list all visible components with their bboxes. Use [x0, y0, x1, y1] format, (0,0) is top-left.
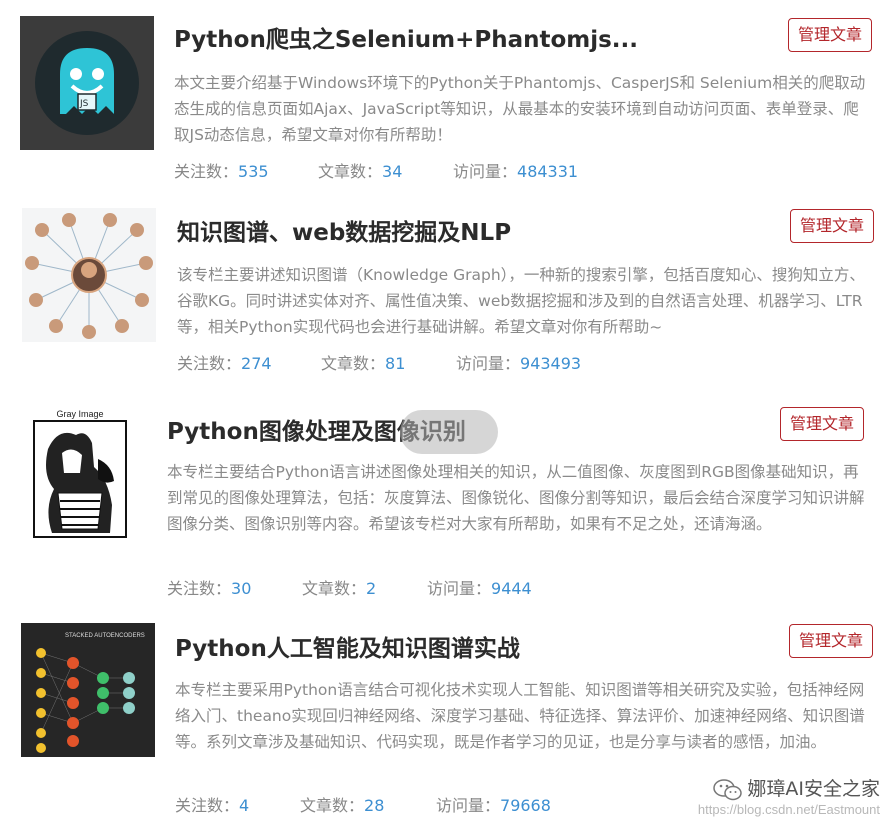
article-count: 28	[364, 796, 385, 815]
article-count: 34	[382, 162, 403, 181]
column-thumbnail[interactable]: STACKED AUTOENCODERS	[21, 623, 155, 757]
visit-stat: 访问量：943493	[456, 350, 581, 374]
column-card: 知识图谱、web数据挖掘及NLP 管理文章 该专栏主要讲述知识图谱（Knowle…	[0, 195, 894, 395]
visit-stat: 访问量：79668	[436, 792, 551, 816]
follow-stat: 关注数：274	[177, 350, 321, 374]
follow-count: 30	[231, 579, 252, 598]
watermark-url: https://blog.csdn.net/Eastmount	[697, 802, 880, 817]
article-label: 文章数：	[300, 796, 365, 815]
manage-articles-button[interactable]: 管理文章	[790, 209, 874, 243]
article-stat: 文章数：2	[302, 575, 427, 599]
column-thumbnail[interactable]: JS	[20, 16, 154, 150]
column-description: 本专栏主要结合Python语言讲述图像处理相关的知识，从二值图像、灰度图到RGB…	[167, 463, 865, 533]
follow-label: 关注数：	[175, 796, 240, 815]
column-thumbnail[interactable]: Gray Image	[28, 409, 132, 539]
article-stat: 文章数：28	[300, 792, 436, 816]
visit-count: 943493	[520, 354, 582, 373]
article-count: 2	[366, 579, 377, 598]
article-count: 81	[385, 354, 406, 373]
column-description: 该专栏主要讲述知识图谱（Knowledge Graph），一种新的搜索引擎，包括…	[177, 266, 865, 336]
manage-articles-button[interactable]: 管理文章	[788, 18, 872, 52]
watermark: 娜璋AI安全之家 https://blog.csdn.net/Eastmount	[698, 774, 880, 818]
phantomjs-ghost-icon: JS	[35, 31, 139, 135]
neural-network-icon	[36, 648, 135, 753]
manage-articles-button[interactable]: 管理文章	[789, 624, 873, 658]
visit-count: 9444	[491, 579, 532, 598]
follow-stat: 关注数：30	[167, 575, 302, 599]
gray-image-icon	[33, 420, 127, 538]
follow-stat: 关注数：4	[175, 792, 300, 816]
visit-label: 访问量：	[436, 796, 501, 815]
column-card: JS Python爬虫之Selenium+Phantomjs... 管理文章 本…	[0, 0, 894, 195]
follow-label: 关注数：	[167, 579, 232, 598]
visit-label: 访问量：	[427, 579, 492, 598]
visit-label: 访问量：	[453, 162, 518, 181]
column-title[interactable]: Python爬虫之Selenium+Phantomjs...	[174, 20, 638, 54]
wechat-icon	[713, 779, 743, 801]
follow-count: 535	[238, 162, 269, 181]
article-label: 文章数：	[318, 162, 383, 181]
column-title[interactable]: Python人工智能及知识图谱实战	[175, 629, 520, 663]
column-stats: 关注数：274 文章数：81 访问量：943493	[177, 350, 581, 374]
follow-count: 4	[239, 796, 250, 815]
visit-label: 访问量：	[456, 354, 521, 373]
visit-stat: 访问量：9444	[427, 575, 532, 599]
manage-articles-button[interactable]: 管理文章	[780, 407, 864, 441]
column-stats: 关注数：535 文章数：34 访问量：484331	[174, 158, 578, 182]
column-description: 本文主要介绍基于Windows环境下的Python关于Phantomjs、Cas…	[174, 74, 866, 144]
column-thumbnail[interactable]	[22, 208, 156, 342]
column-description: 本专栏主要采用Python语言结合可视化技术实现人工智能、知识图谱等相关研究及实…	[175, 681, 865, 751]
follow-stat: 关注数：535	[174, 158, 318, 182]
follow-label: 关注数：	[177, 354, 242, 373]
watermark-brand-line: 娜璋AI安全之家	[698, 774, 880, 803]
column-stats: 关注数：30 文章数：2 访问量：9444	[167, 575, 532, 599]
follow-label: 关注数：	[174, 162, 239, 181]
visit-stat: 访问量：484331	[453, 158, 578, 182]
visit-count: 484331	[517, 162, 579, 181]
people-network-icon	[25, 213, 153, 339]
article-stat: 文章数：34	[318, 158, 453, 182]
svg-text:JS: JS	[79, 99, 89, 109]
article-label: 文章数：	[321, 354, 386, 373]
scroll-indicator[interactable]	[400, 410, 498, 454]
article-label: 文章数：	[302, 579, 367, 598]
visit-count: 79668	[500, 796, 551, 815]
watermark-brand: 娜璋AI安全之家	[747, 777, 880, 800]
column-title[interactable]: 知识图谱、web数据挖掘及NLP	[177, 213, 511, 247]
column-stats: 关注数：4 文章数：28 访问量：79668	[175, 792, 551, 816]
follow-count: 274	[241, 354, 272, 373]
article-stat: 文章数：81	[321, 350, 456, 374]
